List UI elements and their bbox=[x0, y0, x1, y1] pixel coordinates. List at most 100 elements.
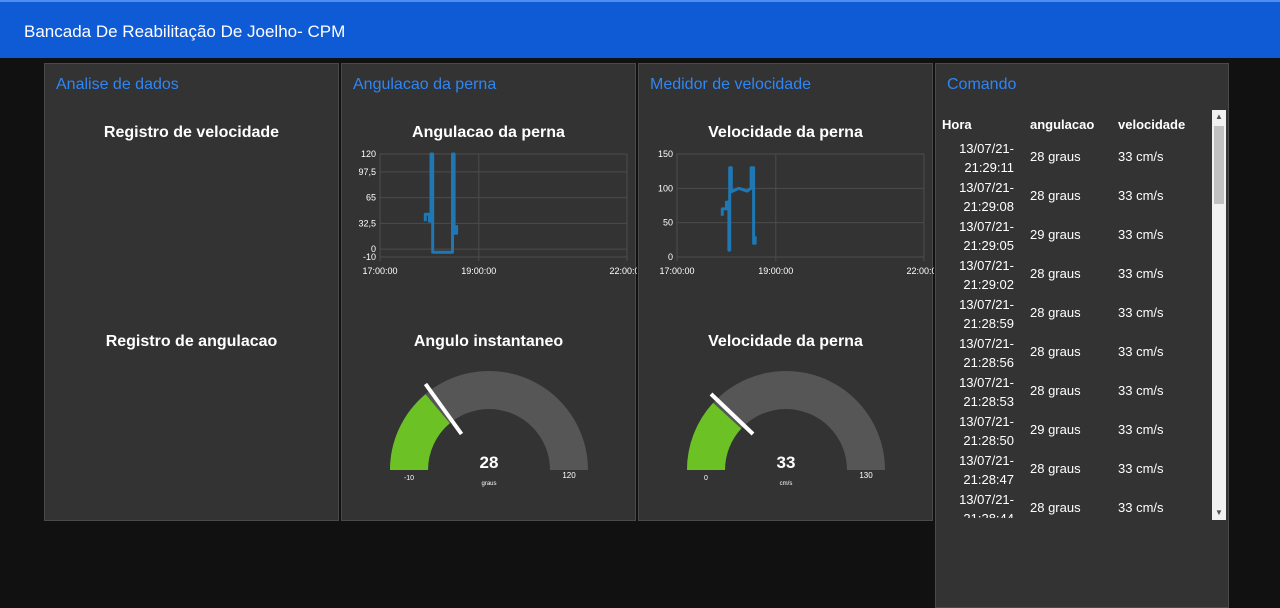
cell-hora: 13/07/21- 21:29:11 bbox=[942, 139, 1014, 177]
cell-time: 21:29:05 bbox=[963, 238, 1014, 253]
cell-hora: 13/07/21- 21:29:05 bbox=[942, 217, 1014, 255]
table-row[interactable]: 13/07/21- 21:28:50 29 graus 33 cm/s bbox=[942, 411, 1217, 450]
cell-date: 13/07/21- bbox=[959, 375, 1014, 390]
y-tick-label: 150 bbox=[658, 149, 673, 159]
cell-date: 13/07/21- bbox=[959, 180, 1014, 195]
cell-velocidade: 33 cm/s bbox=[1118, 227, 1164, 242]
scrollbar-thumb[interactable] bbox=[1214, 126, 1224, 204]
table-row[interactable]: 13/07/21- 21:29:02 28 graus 33 cm/s bbox=[942, 255, 1217, 294]
y-tick-label: -10 bbox=[363, 252, 376, 262]
cell-velocidade: 33 cm/s bbox=[1118, 344, 1164, 359]
x-tick-label: 22:00:00 bbox=[906, 266, 934, 276]
gauge-min-label: -10 bbox=[404, 475, 414, 482]
y-tick-label: 100 bbox=[658, 183, 673, 193]
gauge-max-label: 130 bbox=[859, 471, 873, 480]
cell-velocidade: 33 cm/s bbox=[1118, 149, 1164, 164]
panel-analise-de-dados: Analise de dados Registro de velocidade … bbox=[44, 63, 339, 521]
chart-title: Velocidade da perna bbox=[708, 124, 863, 141]
cell-hora: 13/07/21- 21:28:59 bbox=[942, 295, 1014, 333]
panel-title: Comando bbox=[947, 76, 1017, 93]
speed-line-chart: 150 100 50 0 17:00:00 19:00:00 22:00:00 bbox=[658, 149, 934, 276]
x-tick-label: 17:00:00 bbox=[362, 266, 397, 276]
cell-hora: 13/07/21- 21:28:53 bbox=[942, 373, 1014, 411]
angle-gauge: 28 graus -10 120 bbox=[390, 371, 588, 487]
x-tick-label: 19:00:00 bbox=[758, 266, 793, 276]
x-tick-label: 19:00:00 bbox=[461, 266, 496, 276]
table-row[interactable]: 13/07/21- 21:28:59 28 graus 33 cm/s bbox=[942, 294, 1217, 333]
panel-medidor-de-velocidade: Medidor de velocidade Velocidade da pern… bbox=[638, 63, 934, 521]
table-row[interactable]: 13/07/21- 21:28:53 28 graus 33 cm/s bbox=[942, 372, 1217, 411]
panel-comando: Comando Hora angulacao velocidade 13/07/… bbox=[935, 63, 1229, 608]
angle-line-chart: 12097,56532,50-1017:00:0019:00:0022:00:0… bbox=[358, 149, 637, 276]
cell-time: 21:28:50 bbox=[963, 433, 1014, 448]
cell-angulacao: 28 graus bbox=[1030, 500, 1081, 515]
table-row[interactable]: 13/07/21- 21:28:44 28 graus 33 cm/s bbox=[942, 489, 1217, 518]
cell-velocidade: 33 cm/s bbox=[1118, 422, 1164, 437]
cell-date: 13/07/21- bbox=[959, 336, 1014, 351]
cell-date: 13/07/21- bbox=[959, 141, 1014, 156]
cell-time: 21:28:56 bbox=[963, 355, 1014, 370]
series-line bbox=[720, 166, 757, 252]
cell-hora: 13/07/21- 21:28:47 bbox=[942, 451, 1014, 489]
widget-title-registro-angulacao: Registro de angulacao bbox=[105, 333, 278, 350]
gauge-unit: cm/s bbox=[780, 481, 793, 487]
cell-velocidade: 33 cm/s bbox=[1118, 188, 1164, 203]
column-header-velocidade[interactable]: velocidade bbox=[1118, 117, 1185, 132]
table-scrollbar[interactable]: ▲ ▼ bbox=[1212, 110, 1226, 520]
cell-angulacao: 28 graus bbox=[1030, 266, 1081, 281]
cell-velocidade: 33 cm/s bbox=[1118, 266, 1164, 281]
cell-hora: 13/07/21- 21:29:08 bbox=[942, 178, 1014, 216]
cell-angulacao: 29 graus bbox=[1030, 422, 1081, 437]
cell-time: 21:28:47 bbox=[963, 472, 1014, 487]
table-row[interactable]: 13/07/21- 21:29:08 28 graus 33 cm/s bbox=[942, 177, 1217, 216]
table-row[interactable]: 13/07/21- 21:28:56 28 graus 33 cm/s bbox=[942, 333, 1217, 372]
column-header-hora[interactable]: Hora bbox=[942, 117, 972, 132]
cell-hora: 13/07/21- 21:28:50 bbox=[942, 412, 1014, 450]
series-line bbox=[423, 152, 459, 254]
scroll-down-arrow-icon[interactable]: ▼ bbox=[1212, 506, 1226, 520]
x-tick-label: 22:00:00 bbox=[609, 266, 637, 276]
table-row[interactable]: 13/07/21- 21:29:11 28 graus 33 cm/s bbox=[942, 138, 1217, 177]
table-row[interactable]: 13/07/21- 21:28:47 28 graus 33 cm/s bbox=[942, 450, 1217, 489]
cell-angulacao: 28 graus bbox=[1030, 344, 1081, 359]
cell-velocidade: 33 cm/s bbox=[1118, 461, 1164, 476]
y-tick-label: 97,5 bbox=[358, 167, 376, 177]
cell-date: 13/07/21- bbox=[959, 414, 1014, 429]
table-row[interactable]: 13/07/21- 21:29:05 29 graus 33 cm/s bbox=[942, 216, 1217, 255]
cell-date: 13/07/21- bbox=[959, 258, 1014, 273]
cell-velocidade: 33 cm/s bbox=[1118, 383, 1164, 398]
cell-time: 21:28:53 bbox=[963, 394, 1014, 409]
cell-date: 13/07/21- bbox=[959, 297, 1014, 312]
cell-angulacao: 28 graus bbox=[1030, 461, 1081, 476]
gauge-value: 28 bbox=[480, 453, 499, 472]
y-tick-label: 0 bbox=[668, 252, 673, 262]
y-tick-label: 120 bbox=[361, 149, 376, 159]
y-tick-label: 65 bbox=[366, 193, 376, 203]
gauge-value: 33 bbox=[777, 453, 796, 472]
gauge-unit: graus bbox=[481, 481, 496, 487]
cell-velocidade: 33 cm/s bbox=[1118, 305, 1164, 320]
cell-angulacao: 28 graus bbox=[1030, 305, 1081, 320]
data-table[interactable]: Hora angulacao velocidade 13/07/21- 21:29… bbox=[942, 108, 1217, 518]
speed-gauge: 33 cm/s 0 130 bbox=[686, 371, 885, 487]
gauge-title: Velocidade da perna bbox=[708, 333, 863, 350]
x-tick-label: 17:00:00 bbox=[659, 266, 694, 276]
y-tick-label: 32,5 bbox=[358, 218, 376, 228]
y-tick-label: 50 bbox=[663, 218, 673, 228]
header-bar: Bancada De Reabilitação De Joelho- CPM bbox=[0, 0, 1280, 58]
cell-time: 21:29:02 bbox=[963, 277, 1014, 292]
gauge-max-label: 120 bbox=[562, 471, 576, 480]
panel-title: Analise de dados bbox=[56, 76, 179, 93]
scroll-up-arrow-icon[interactable]: ▲ bbox=[1212, 110, 1226, 124]
cell-hora: 13/07/21- 21:28:44 bbox=[942, 490, 1014, 518]
cell-velocidade: 33 cm/s bbox=[1118, 500, 1164, 515]
column-header-angulacao[interactable]: angulacao bbox=[1030, 117, 1094, 132]
cell-time: 21:28:44 bbox=[942, 509, 1014, 518]
cell-date: 13/07/21- bbox=[959, 219, 1014, 234]
cell-angulacao: 28 graus bbox=[1030, 383, 1081, 398]
chart-title: Angulacao da perna bbox=[412, 124, 565, 141]
cell-angulacao: 28 graus bbox=[1030, 188, 1081, 203]
widget-title-registro-velocidade: Registro de velocidade bbox=[103, 124, 280, 141]
gauge-min-label: 0 bbox=[704, 475, 708, 482]
gauge-title: Angulo instantaneo bbox=[413, 333, 564, 350]
